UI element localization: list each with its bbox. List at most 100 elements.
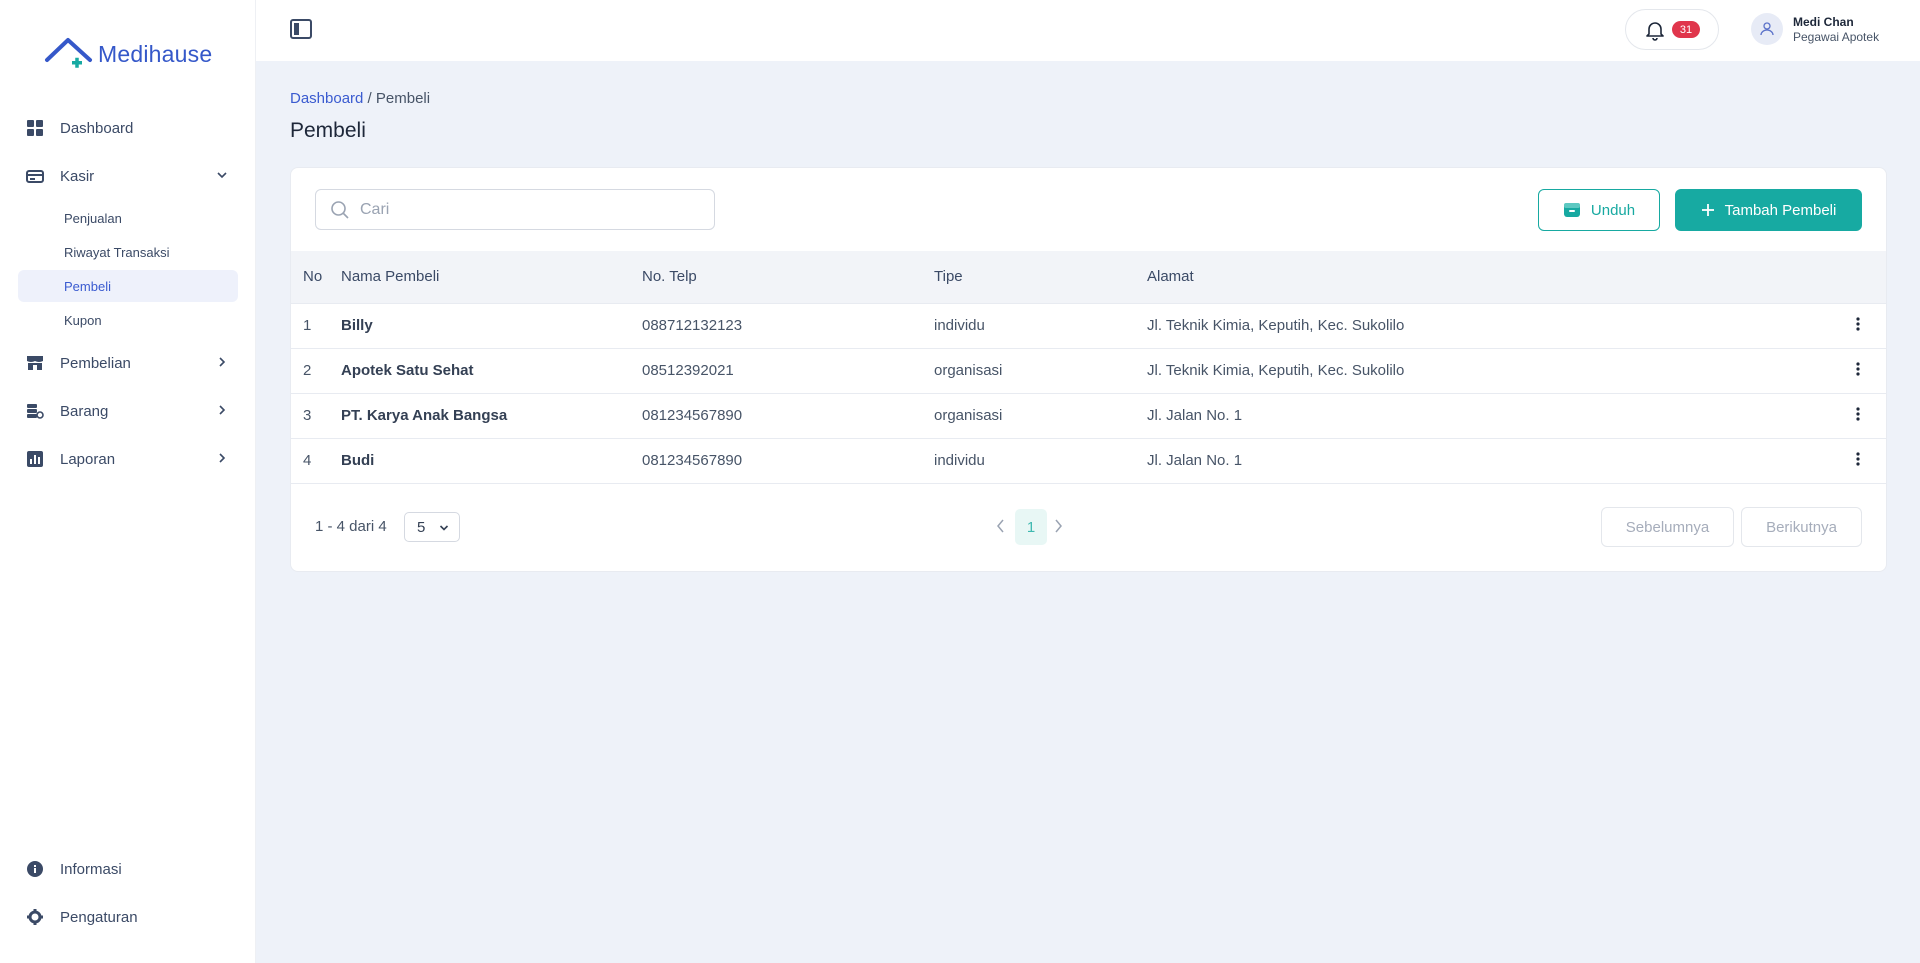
column-header-address[interactable]: Alamat [1147,251,1837,303]
cell-no: 4 [303,452,312,469]
cell-name: Apotek Satu Sehat [341,362,474,379]
breadcrumb-current: Pembeli [375,90,431,107]
cell-type: individu [934,317,985,334]
search-icon [331,200,349,219]
user-name: Medi Chan [1793,14,1854,29]
column-header-phone[interactable]: No. Telp [642,251,934,303]
table-row[interactable]: 1 Billy 088712132123 individu Jl. Teknik… [291,303,1886,348]
sidebar-subitem-penjualan[interactable]: Penjualan [18,202,238,234]
cell-type: individu [934,452,985,469]
boxes-icon [26,402,44,420]
cell-type: organisasi [934,407,1003,424]
cell-no: 2 [303,362,312,379]
table-row[interactable]: 3 PT. Karya Anak Bangsa 081234567890 org… [291,393,1886,438]
chart-icon [26,450,44,468]
download-button[interactable]: Unduh [1538,189,1660,231]
sidebar-item-label: Laporan [60,450,116,468]
gear-icon [26,908,44,926]
cell-no: 3 [303,407,312,424]
cell-phone: 081234567890 [642,452,743,469]
search-box[interactable] [315,189,715,230]
cell-address: Jl. Teknik Kimia, Keputih, Kec. Sukolilo [1147,362,1405,379]
sidebar: Medihause Dashboard Kasir Penjualan Riwa… [0,0,256,963]
sidebar-item-laporan[interactable]: Laporan [18,441,238,477]
add-buyer-button-label: Tambah Pembeli [1724,201,1837,219]
store-icon [26,354,44,372]
chevron-right-icon [219,405,226,415]
sidebar-item-label: Dashboard [60,119,134,137]
buyers-card: Unduh Tambah Pembeli No Nama Pembeli No.… [290,167,1887,572]
sidebar-item-informasi[interactable]: Informasi [18,851,238,887]
previous-page-button[interactable]: Sebelumnya [1601,507,1734,547]
cash-register-icon [26,167,44,185]
sidebar-item-kasir[interactable]: Kasir [18,158,238,194]
column-header-actions [1837,251,1886,303]
logo-house-icon [45,38,92,68]
chevron-right-icon[interactable] [1053,519,1063,538]
sidebar-toggle-icon[interactable] [290,19,312,39]
chevron-right-icon [219,453,226,463]
cell-phone: 088712132123 [642,317,743,334]
grid-icon [26,119,44,137]
pagination-info: 1 - 4 dari 4 [315,518,387,535]
more-vertical-icon[interactable] [1856,316,1860,335]
page-title: Pembeli [290,119,366,142]
breadcrumb: Dashboard / Pembeli [290,90,430,107]
app-name: Medihause [98,40,213,67]
cell-address: Jl. Jalan No. 1 [1147,452,1243,469]
chevron-down-icon [439,525,449,531]
cell-name: Billy [341,317,373,334]
cell-address: Jl. Jalan No. 1 [1147,407,1243,424]
app-logo[interactable]: Medihause [44,34,212,74]
archive-icon [1563,201,1581,219]
sidebar-item-label: Kasir [60,167,95,185]
more-vertical-icon[interactable] [1856,361,1860,380]
sidebar-item-dashboard[interactable]: Dashboard [18,110,238,146]
page-size-select[interactable]: 5 [404,512,460,542]
sidebar-item-label: Pembelian [60,354,131,372]
page-size-value: 5 [417,518,426,536]
column-header-name[interactable]: Nama Pembeli [341,251,642,303]
cell-phone: 08512392021 [642,362,734,379]
column-header-no[interactable]: No [291,251,341,303]
breadcrumb-link-dashboard[interactable]: Dashboard [290,90,363,107]
page-number-button[interactable]: 1 [1015,509,1047,545]
bell-icon [1646,21,1664,41]
sidebar-subitem-kupon[interactable]: Kupon [18,304,238,336]
buyers-table: No Nama Pembeli No. Telp Tipe Alamat 1 B… [291,251,1886,484]
more-vertical-icon[interactable] [1856,451,1860,470]
notification-badge: 31 [1672,21,1700,38]
search-input[interactable] [360,200,700,219]
cell-address: Jl. Teknik Kimia, Keputih, Kec. Sukolilo [1147,317,1405,334]
next-page-button[interactable]: Berikutnya [1741,507,1862,547]
user-role: Pegawai Apotek [1793,29,1880,44]
column-header-type[interactable]: Tipe [934,251,1147,303]
sidebar-item-pengaturan[interactable]: Pengaturan [18,899,238,935]
table-row[interactable]: 2 Apotek Satu Sehat 08512392021 organisa… [291,348,1886,393]
chevron-down-icon [217,172,227,179]
chevron-left-icon[interactable] [996,519,1006,538]
add-buyer-button[interactable]: Tambah Pembeli [1675,189,1862,231]
sidebar-subitem-riwayat-transaksi[interactable]: Riwayat Transaksi [18,236,238,268]
download-button-label: Unduh [1590,201,1636,219]
cell-phone: 081234567890 [642,407,743,424]
user-icon [1760,22,1774,36]
user-menu[interactable]: Medi Chan Pegawai Apotek [1751,13,1879,45]
sidebar-item-barang[interactable]: Barang [18,393,238,429]
avatar [1751,13,1783,45]
chevron-right-icon [219,357,226,367]
sidebar-item-label: Barang [60,402,109,420]
cell-name: Budi [341,452,375,469]
topbar: 31 Medi Chan Pegawai Apotek [256,0,1920,61]
notification-button[interactable]: 31 [1625,9,1719,50]
sidebar-item-label: Pengaturan [60,908,138,926]
cell-type: organisasi [934,362,1003,379]
cell-name: PT. Karya Anak Bangsa [341,407,508,424]
sidebar-item-label: Informasi [60,860,122,878]
more-vertical-icon[interactable] [1856,406,1860,425]
info-icon [26,860,44,878]
table-row[interactable]: 4 Budi 081234567890 individu Jl. Jalan N… [291,438,1886,483]
sidebar-item-pembelian[interactable]: Pembelian [18,345,238,381]
sidebar-subitem-pembeli[interactable]: Pembeli [18,270,238,302]
cell-no: 1 [303,317,312,334]
